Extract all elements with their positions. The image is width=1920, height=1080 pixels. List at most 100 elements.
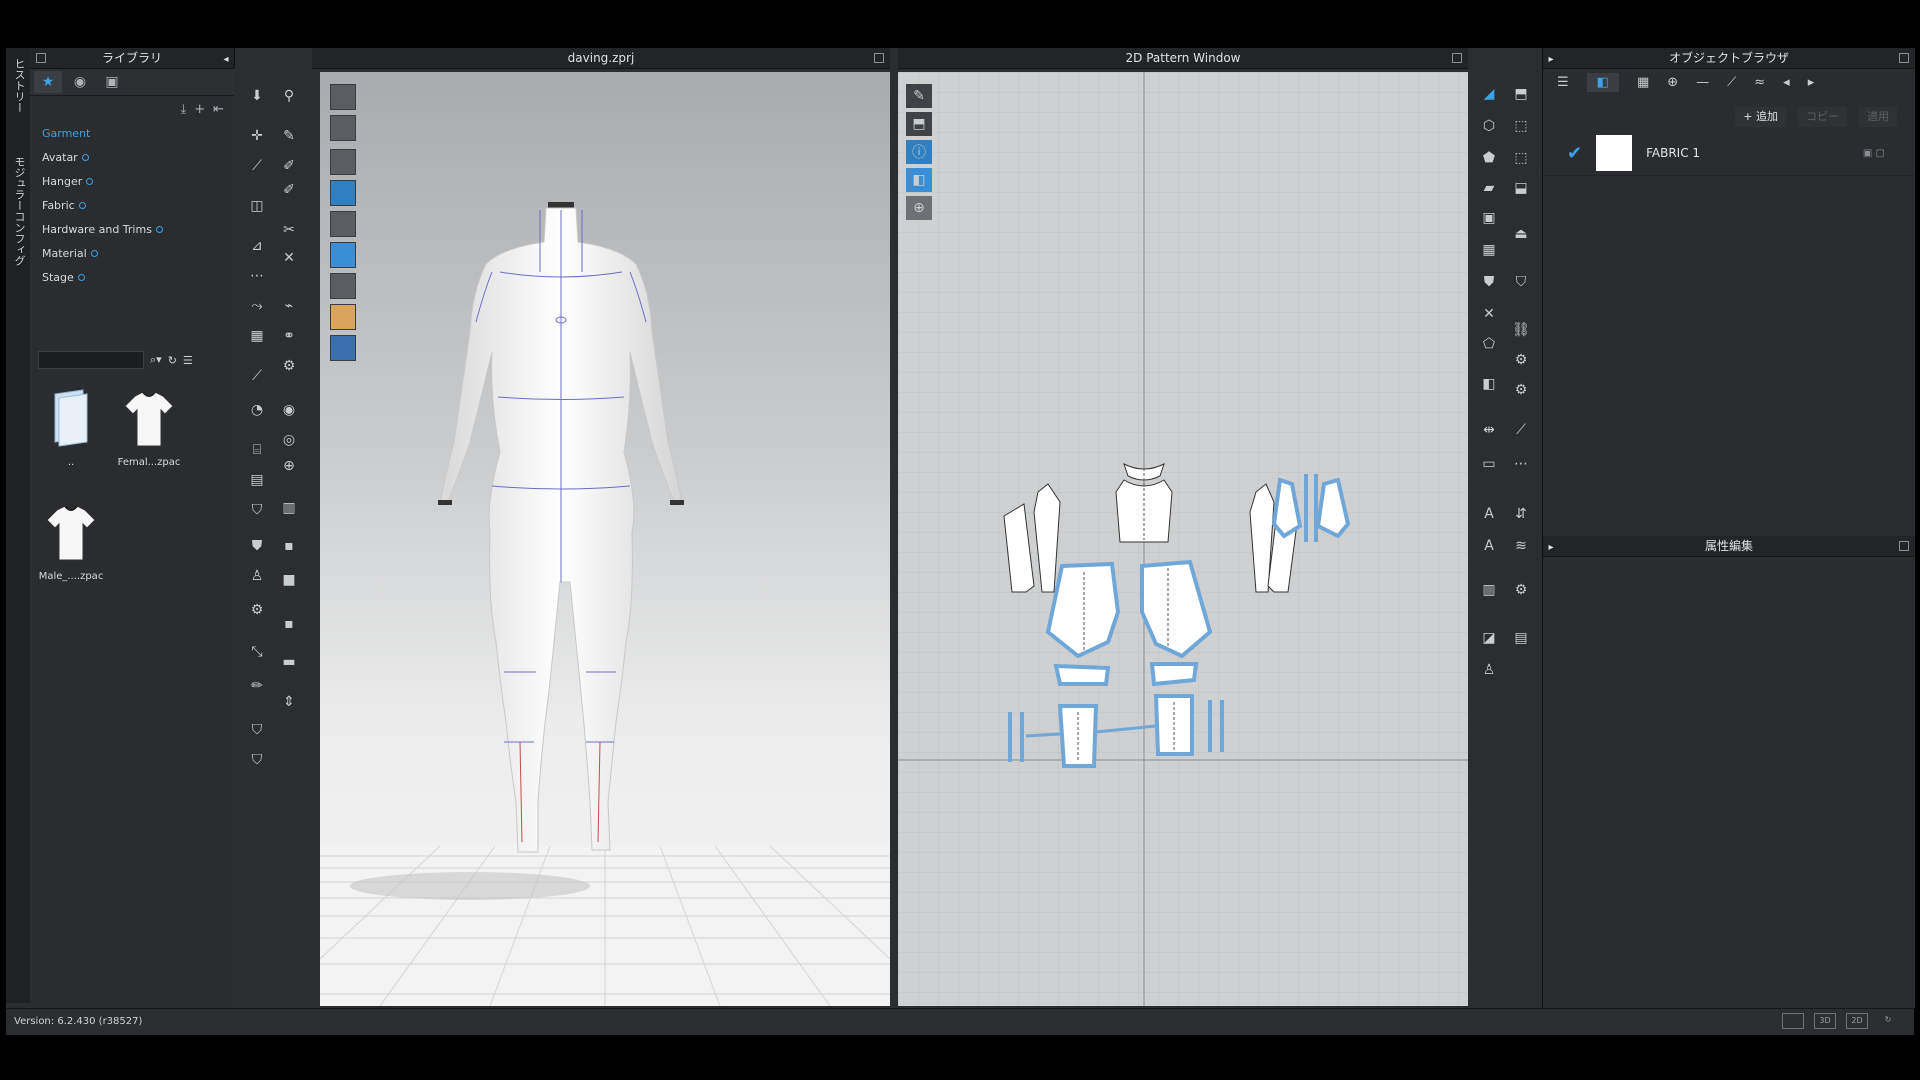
globe-icon[interactable] [330,335,356,361]
coat-icon[interactable]: ⛉ [244,748,270,772]
fabric-render-icon[interactable] [330,242,356,268]
zipper-icon[interactable]: ⌸ [244,438,270,462]
measure-icon[interactable]: ⋯ [244,264,270,288]
pattern-outline-icon[interactable]: ✎ [906,84,932,108]
fabric-row-icons[interactable]: ▣ ▢ [1863,148,1885,159]
width-icon[interactable]: ⇹ [1476,418,1502,442]
pattern-fill-icon[interactable]: ⬒ [906,112,932,136]
category-hardware[interactable]: Hardware and Trims [30,218,234,242]
trace-icon[interactable]: ▣ [1476,206,1502,230]
button-tab-icon[interactable]: ⊕ [1667,75,1678,90]
skin-icon[interactable] [330,304,356,330]
arrows-icon[interactable]: ⇕ [276,690,302,714]
rectangle-icon[interactable]: ⬚ [1508,146,1534,170]
transform-icon[interactable]: ✛ [244,124,270,148]
line-icon[interactable]: ⟋ [244,364,270,388]
arrow-icon[interactable]: ▸ [1547,538,1555,553]
edit-pattern-icon[interactable]: ◢ [1476,82,1502,106]
refresh-icon[interactable]: ↻ [168,354,177,367]
brush-icon[interactable]: ✐ [276,154,302,178]
file-item-parent[interactable]: .. [36,388,106,468]
fold-arrange-icon[interactable]: ⏏ [1508,222,1534,246]
free-sew-icon[interactable]: ⬠ [1476,332,1502,356]
3d-view-button[interactable]: 3D [1814,1013,1836,1029]
hanger-icon[interactable]: ◔ [244,398,270,422]
sewing-tool-icon[interactable]: ⛉ [1508,270,1534,294]
favorites-star-icon[interactable]: ★ [34,71,62,93]
puckering-icon[interactable]: ⚙ [1508,378,1534,402]
garment-icon[interactable]: ◫ [244,194,270,218]
info-toggle-icon[interactable]: ⓘ [906,140,932,164]
tuck-icon[interactable]: ✐ [276,178,302,202]
edit-curve-icon[interactable]: ⬡ [1476,114,1502,138]
2d-canvas[interactable]: ✎ ⬒ ⓘ ◧ ⊕ [898,72,1468,1006]
annotation-icon[interactable]: A [1476,534,1502,558]
internal-shape-icon[interactable]: ▰ [1476,176,1502,200]
text-icon[interactable]: A [1476,502,1502,526]
check-icon[interactable]: ✔ [1567,143,1582,164]
fabric-list-item[interactable]: ✔ FABRIC 1 ▣ ▢ [1543,131,1915,176]
add-button[interactable]: + 追加 [1735,107,1786,127]
file-item-male[interactable]: Male_....zpac [36,502,106,582]
pencil-icon[interactable]: ✏ [244,674,270,698]
pin-icon[interactable]: ⟋ [244,154,270,178]
select-move-icon[interactable]: ⬇ [244,84,270,108]
box-icon[interactable]: ▪ [276,534,302,558]
avatar-pose-icon[interactable]: ⚲ [276,84,302,108]
copy-button[interactable]: コピー [1798,107,1847,127]
library-search-input[interactable] [38,351,144,369]
fitting-icon[interactable]: ▤ [244,468,270,492]
tuck-tool-icon[interactable]: ⚙ [1508,348,1534,372]
zigzag-tab-icon[interactable]: ≈ [1754,75,1765,90]
tab-modular-config[interactable]: モジュラーコンフィグ [11,156,27,266]
category-garment[interactable]: Garment [30,122,234,146]
shaded-mode-icon[interactable] [330,180,356,206]
category-fabric[interactable]: Fabric [30,194,234,218]
button-icon[interactable]: ◉ [276,398,302,422]
download-icon[interactable]: ⤓ [180,102,186,117]
add-icon[interactable]: + [194,102,205,117]
block-icon[interactable]: ■ [276,568,302,592]
lock-icon[interactable]: ⊕ [276,454,302,478]
undock-icon[interactable] [1899,541,1909,551]
cut-icon[interactable]: ✂ [276,218,302,242]
measure-tool-icon[interactable]: ⇵ [1508,502,1534,526]
transform-pattern-icon[interactable]: ⬚ [1508,114,1534,138]
topstitch-tab-icon[interactable]: — [1696,75,1709,90]
square-icon[interactable]: ▪ [276,612,302,636]
avatar-display-icon[interactable] [330,84,356,110]
texture-edit-icon[interactable]: ◧ [1476,372,1502,396]
trim-icon[interactable]: ▥ [276,496,302,520]
sew-icon[interactable]: ⤳ [244,294,270,318]
tape-icon[interactable]: ⌁ [276,294,302,318]
back-icon[interactable]: ⇤ [213,102,224,117]
2d-view-button[interactable]: 2D [1846,1013,1868,1029]
split-view-icon[interactable] [1782,1013,1804,1029]
length-icon[interactable]: ▭ [1476,452,1502,476]
category-avatar[interactable]: Avatar [30,146,234,170]
avatar-visible-icon[interactable] [330,211,356,237]
3d-canvas[interactable] [320,72,890,1006]
dotted-line-icon[interactable]: ⋯ [1508,452,1534,476]
edit-point-icon[interactable]: ⬒ [1508,82,1534,106]
texture-icon[interactable] [330,149,356,175]
line-tab-icon[interactable]: ⟋ [1727,75,1736,90]
fold-icon[interactable]: ⊿ [244,234,270,258]
panel-icon[interactable]: ▬ [276,650,302,674]
texture-tab-icon[interactable]: ▦ [1637,75,1649,90]
shirt-tool-icon[interactable]: ⛉ [244,498,270,522]
fabric-toggle-icon[interactable]: ◧ [906,168,932,192]
stretch-icon[interactable]: ✕ [276,246,302,270]
line-tool-icon[interactable]: ⟋ [1508,418,1534,442]
garment-display-icon[interactable] [330,115,356,141]
category-material[interactable]: Material [30,242,234,266]
undock-icon[interactable] [1452,53,1462,63]
eye-icon[interactable]: ◉ [66,71,94,93]
wave-icon[interactable]: ≋ [1508,534,1534,558]
check-sew-icon[interactable]: ⛓ [1508,318,1534,342]
jacket-icon[interactable]: ⛉ [244,718,270,742]
prev-icon[interactable]: ◂ [1783,75,1790,90]
undock-icon[interactable] [874,53,884,63]
pocket-icon[interactable]: ⛊ [244,534,270,558]
simulation-icon[interactable]: ✎ [276,124,302,148]
